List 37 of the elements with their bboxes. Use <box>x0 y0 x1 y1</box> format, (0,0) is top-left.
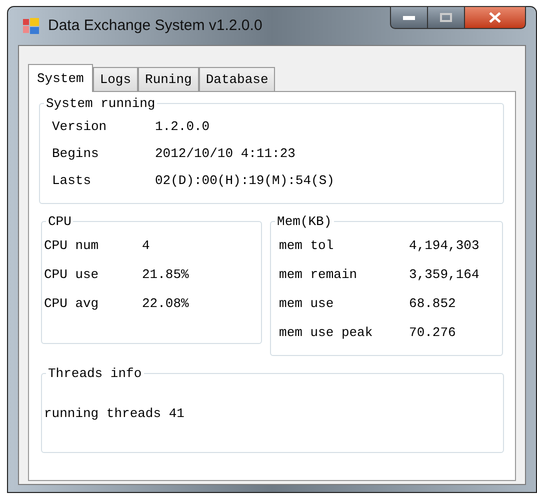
minimize-icon <box>403 16 415 20</box>
field-value: 70.276 <box>409 324 456 342</box>
field-value: 2012/10/10 4:11:23 <box>155 145 296 164</box>
group-title: CPU <box>47 212 72 230</box>
field-label: mem tol <box>279 236 335 255</box>
field-label: Lasts <box>51 172 92 190</box>
field-label: mem remain <box>279 266 358 284</box>
field-label: mem use peak <box>279 324 374 342</box>
field-value: 21.85% <box>142 266 189 284</box>
field-value: 3,359,164 <box>409 266 480 284</box>
field-value: 02(D):00(H):19(M):54(S) <box>155 172 334 190</box>
field-label: CPU avg <box>44 294 100 313</box>
tab[interactable]: Database <box>198 67 276 91</box>
minimize-button[interactable] <box>390 6 428 29</box>
app-icon <box>22 17 40 35</box>
group-title: System running <box>45 95 156 113</box>
field-value: 1.2.0.0 <box>155 118 210 136</box>
close-button[interactable] <box>464 6 526 29</box>
field-value: 22.08% <box>142 294 189 313</box>
field-value: 4,194,303 <box>409 236 480 255</box>
tab[interactable]: Runing <box>138 67 199 91</box>
window-title: Data Exchange System v1.2.0.0 <box>48 16 262 36</box>
threads-text: running threads 41 <box>44 404 184 423</box>
field-label: Begins <box>51 145 100 164</box>
tab[interactable]: Logs <box>92 67 138 91</box>
close-icon <box>489 12 501 23</box>
field-label: CPU use <box>44 266 100 284</box>
maximize-button[interactable] <box>428 6 464 29</box>
field-label: mem use <box>279 294 335 313</box>
maximize-icon <box>440 13 452 22</box>
group-title: Threads info <box>47 365 143 383</box>
field-label: CPU num <box>44 236 100 255</box>
field-label: Version <box>51 118 108 136</box>
group-title: Mem(KB) <box>276 212 333 230</box>
tab[interactable]: System <box>28 64 93 92</box>
field-value: 68.852 <box>409 294 456 313</box>
field-value: 4 <box>142 236 150 255</box>
